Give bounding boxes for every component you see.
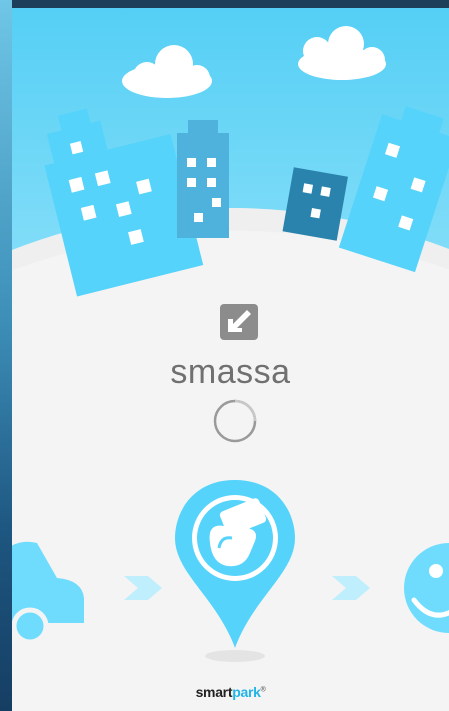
window-top-border <box>0 0 449 8</box>
window-left-border <box>0 0 12 711</box>
footer-brand-logo: smartpark® <box>12 684 449 700</box>
cloud-icon-left <box>122 45 212 98</box>
footer-brand-mark: ® <box>260 686 266 694</box>
footer-brand-part1: smart <box>195 684 233 700</box>
cloud-icon-right <box>298 26 386 80</box>
footer-brand-part2: park <box>232 684 261 700</box>
app-logo-text: smassa <box>170 353 291 391</box>
building-icon-dark <box>282 167 348 241</box>
splash-screen: smassa smartpark® <box>12 8 449 711</box>
building-icon-mid <box>177 120 229 238</box>
arrow-down-left-icon <box>220 304 258 340</box>
